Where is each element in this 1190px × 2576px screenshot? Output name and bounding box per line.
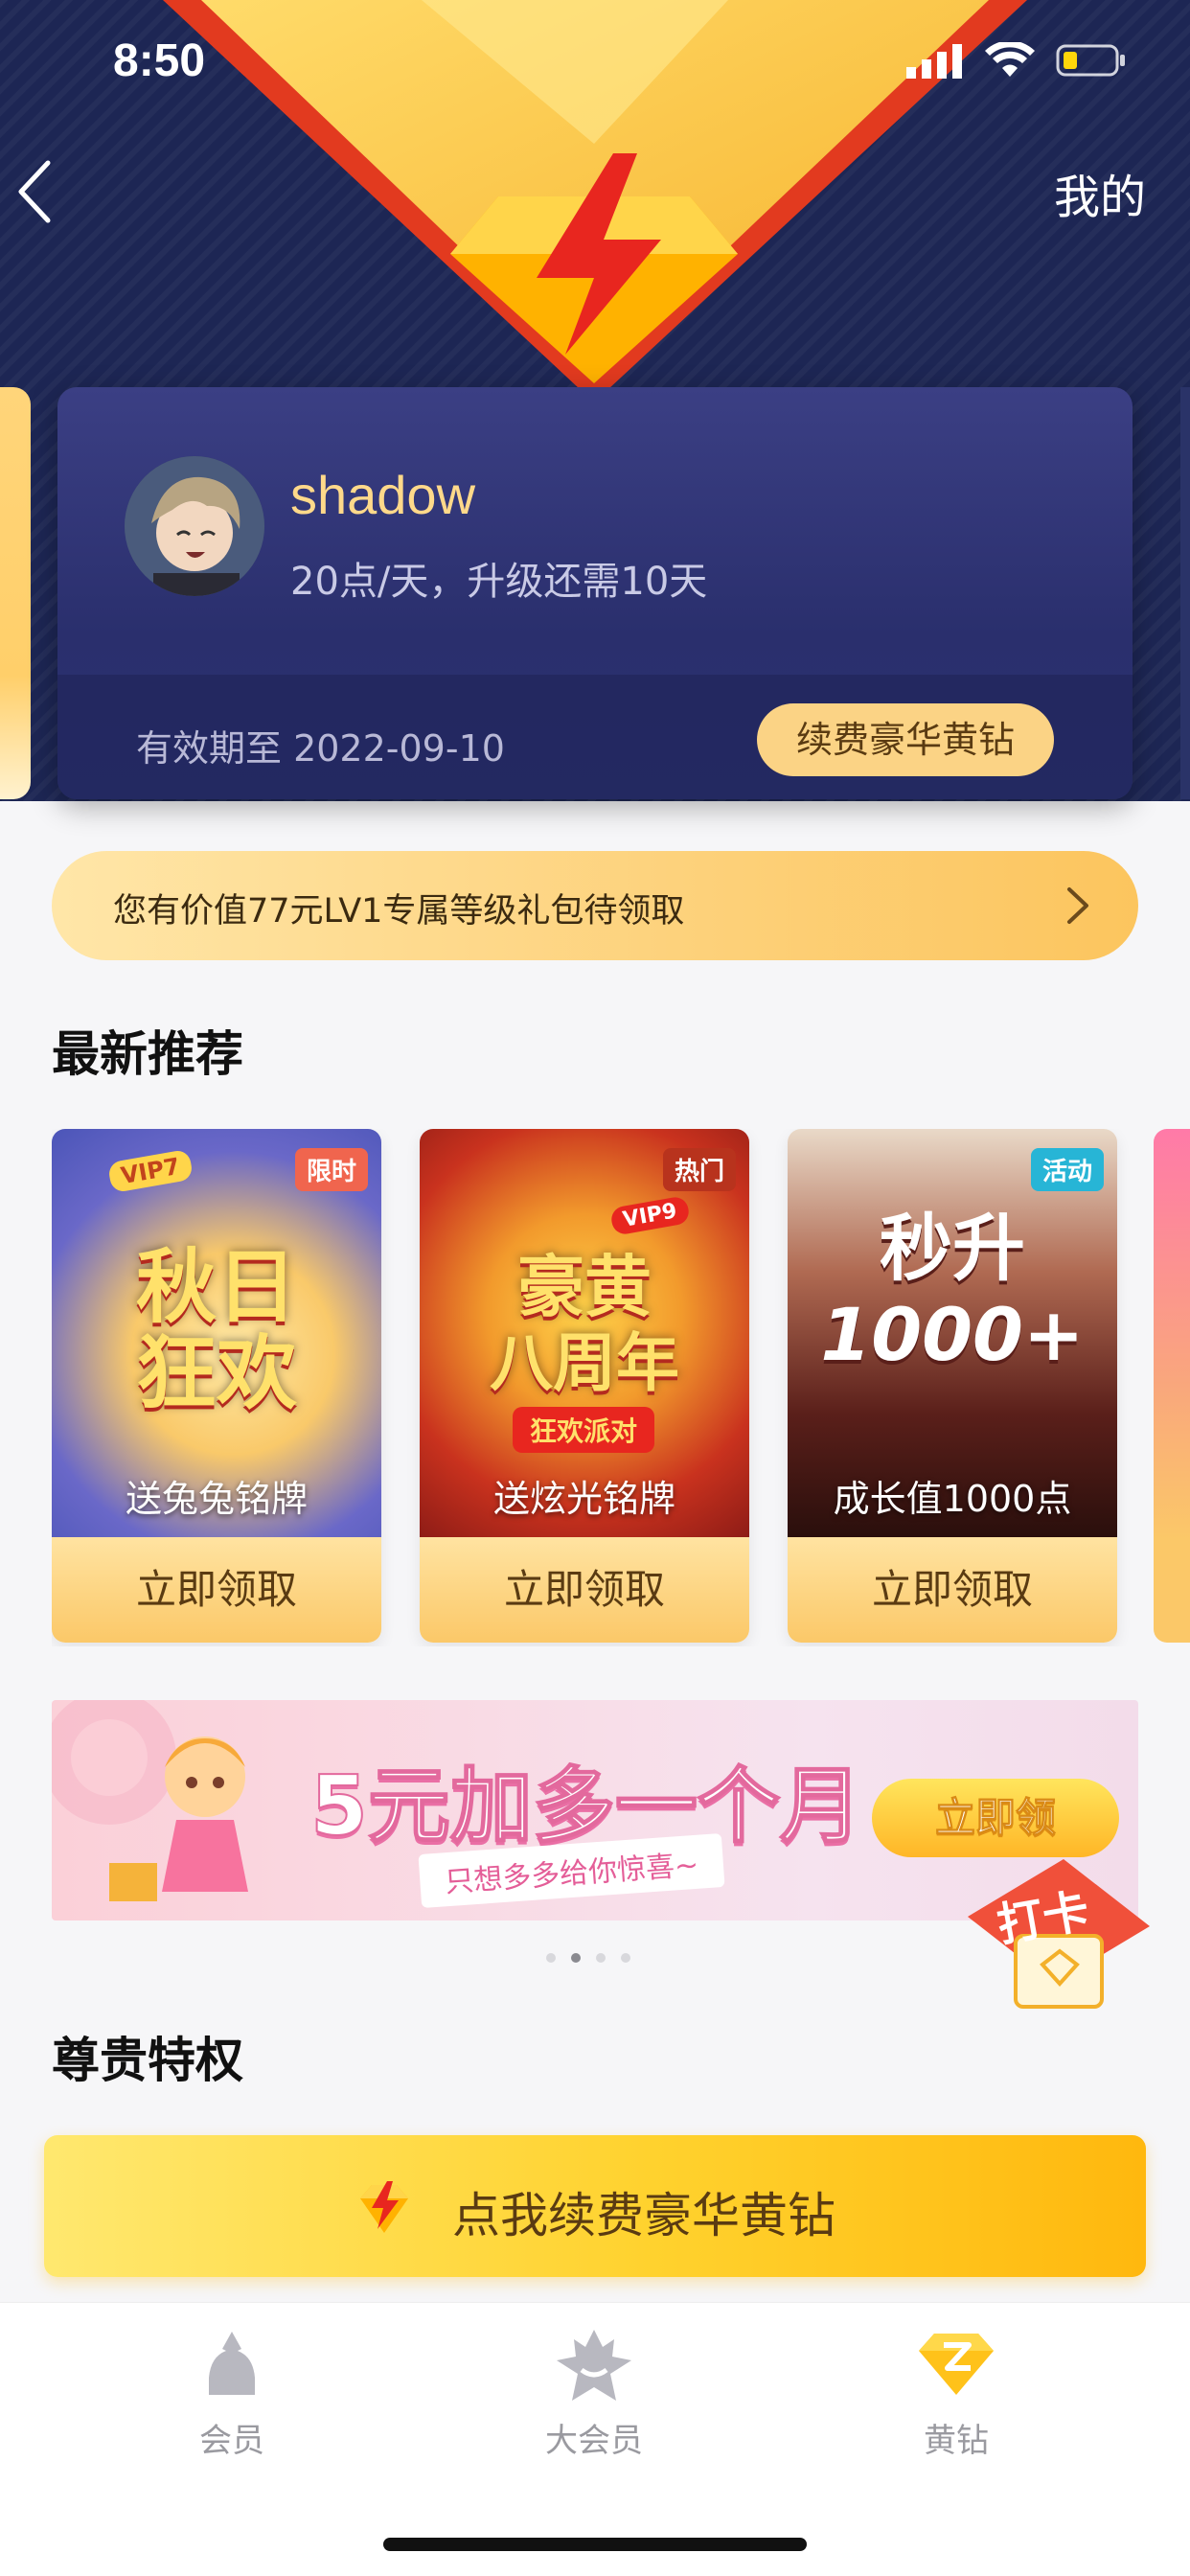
recommend-card[interactable]: 活动 秒升 1000+ 成长值1000点 立即领取 [788, 1129, 1117, 1643]
yellow-diamond-icon [919, 2334, 994, 2395]
my-link[interactable]: 我的 [1054, 159, 1146, 226]
claim-button[interactable]: 立即领取 [52, 1537, 381, 1643]
member-icon [209, 2332, 255, 2395]
back-button[interactable] [10, 153, 67, 230]
card-art-line-2: 1000+ [820, 1292, 1085, 1377]
prev-card-peek[interactable] [0, 387, 31, 799]
lightning-diamond-icon [360, 2181, 408, 2233]
renew-button[interactable]: 续费豪华黄钻 [757, 703, 1054, 776]
card-tag: 活动 [1030, 1148, 1104, 1191]
check-in-stamp[interactable]: 打卡 [958, 1859, 1150, 2012]
promo-claim-button[interactable]: 立即领 [872, 1779, 1119, 1857]
chevron-right-icon [1067, 887, 1088, 924]
tab-yellow-diamond[interactable]: 黄钻 [860, 2326, 1052, 2461]
promo-headline: 5元加多一个月 [309, 1758, 863, 1855]
card-art-line-2: 八周年 [490, 1326, 679, 1400]
card-art-line-1: 秋日 [135, 1240, 297, 1334]
recommend-card-image: 热门 VIP9 豪黄 八周年 狂欢派对 送炫光铭牌 [420, 1129, 749, 1537]
tab-yellow-diamond-label: 黄钻 [924, 2422, 989, 2460]
claim-button[interactable]: 立即领取 [420, 1537, 749, 1643]
carousel-dot-active[interactable] [571, 1953, 581, 1963]
signal-icon [906, 44, 962, 79]
recommend-list: 限时 VIP7 秋日 狂欢 送兔兔铭牌 立即领取 热门 VIP9 豪黄 八周年 … [52, 1129, 1190, 1646]
chevron-left-icon [18, 160, 51, 223]
tab-bar: 会员 大会员 黄钻 [0, 2302, 1190, 2576]
claim-button[interactable]: 立即领取 [788, 1537, 1117, 1643]
renew-bar-button[interactable]: 点我续费豪华黄钻 [44, 2135, 1146, 2277]
card-caption: 成长值1000点 [833, 1478, 1072, 1520]
card-art-line-2: 狂欢 [135, 1326, 297, 1420]
next-card-peek [1180, 387, 1190, 799]
carousel-dot[interactable] [596, 1953, 606, 1963]
gift-banner-text: 您有价值77元LV1专属等级礼包待领取 [113, 892, 685, 931]
renew-bar-label: 点我续费豪华黄钻 [452, 2188, 835, 2243]
tab-big-member-label: 大会员 [545, 2422, 643, 2460]
vip-badge: VIP7 [106, 1148, 194, 1194]
status-time: 8:50 [113, 35, 206, 86]
tab-big-member[interactable]: 大会员 [498, 2326, 690, 2461]
carousel-dot[interactable] [546, 1953, 556, 1963]
member-card: shadow 20点/天，升级还需10天 有效期至 2022-09-10 续费豪… [57, 387, 1133, 799]
wifi-icon [985, 42, 1035, 77]
battery-icon [1056, 44, 1125, 77]
card-art-line-1: 秒升 [880, 1206, 1025, 1291]
tab-member[interactable]: 会员 [136, 2326, 328, 2461]
gift-package-banner[interactable]: 您有价值77元LV1专属等级礼包待领取 [52, 851, 1138, 960]
recommend-title: 最新推荐 [52, 1026, 243, 1082]
avatar[interactable] [125, 456, 264, 596]
recommend-card-image: 限时 VIP7 秋日 狂欢 送兔兔铭牌 [52, 1129, 381, 1537]
carousel-dot[interactable] [621, 1953, 630, 1963]
username: shadow [290, 465, 476, 525]
recommend-card[interactable]: 热门 VIP9 豪黄 八周年 狂欢派对 送炫光铭牌 立即领取 [420, 1129, 749, 1643]
recommend-card[interactable]: 限时 VIP7 秋日 狂欢 送兔兔铭牌 立即领取 [52, 1129, 381, 1643]
promo-character-icon [52, 1700, 248, 1901]
card-tag: 热门 [662, 1148, 736, 1191]
vip-badge: VIP9 [609, 1195, 691, 1236]
status-icons [906, 42, 1127, 79]
tab-member-label: 会员 [199, 2422, 264, 2460]
card-footer: 有效期至 2022-09-10 续费豪华黄钻 [57, 675, 1133, 799]
expiry-date: 有效期至 2022-09-10 [136, 727, 505, 770]
card-tag: 限时 [294, 1148, 368, 1191]
privileges-title: 尊贵特权 [52, 2033, 243, 2088]
card-art-line-1: 豪黄 [517, 1248, 652, 1326]
card-art-banner: 狂欢派对 [513, 1407, 655, 1453]
home-indicator [383, 2538, 807, 2551]
card-caption: 送炫光铭牌 [492, 1478, 675, 1520]
card-caption: 送兔兔铭牌 [125, 1478, 308, 1520]
level-info: 20点/天，升级还需10天 [290, 560, 708, 604]
recommend-card-peek[interactable] [1154, 1129, 1190, 1643]
big-member-icon [557, 2330, 631, 2401]
status-bar: 8:50 [0, 0, 1190, 125]
recommend-card-image: 活动 秒升 1000+ 成长值1000点 [788, 1129, 1117, 1537]
avatar-image [125, 456, 264, 596]
carousel-dots [546, 1953, 630, 1963]
